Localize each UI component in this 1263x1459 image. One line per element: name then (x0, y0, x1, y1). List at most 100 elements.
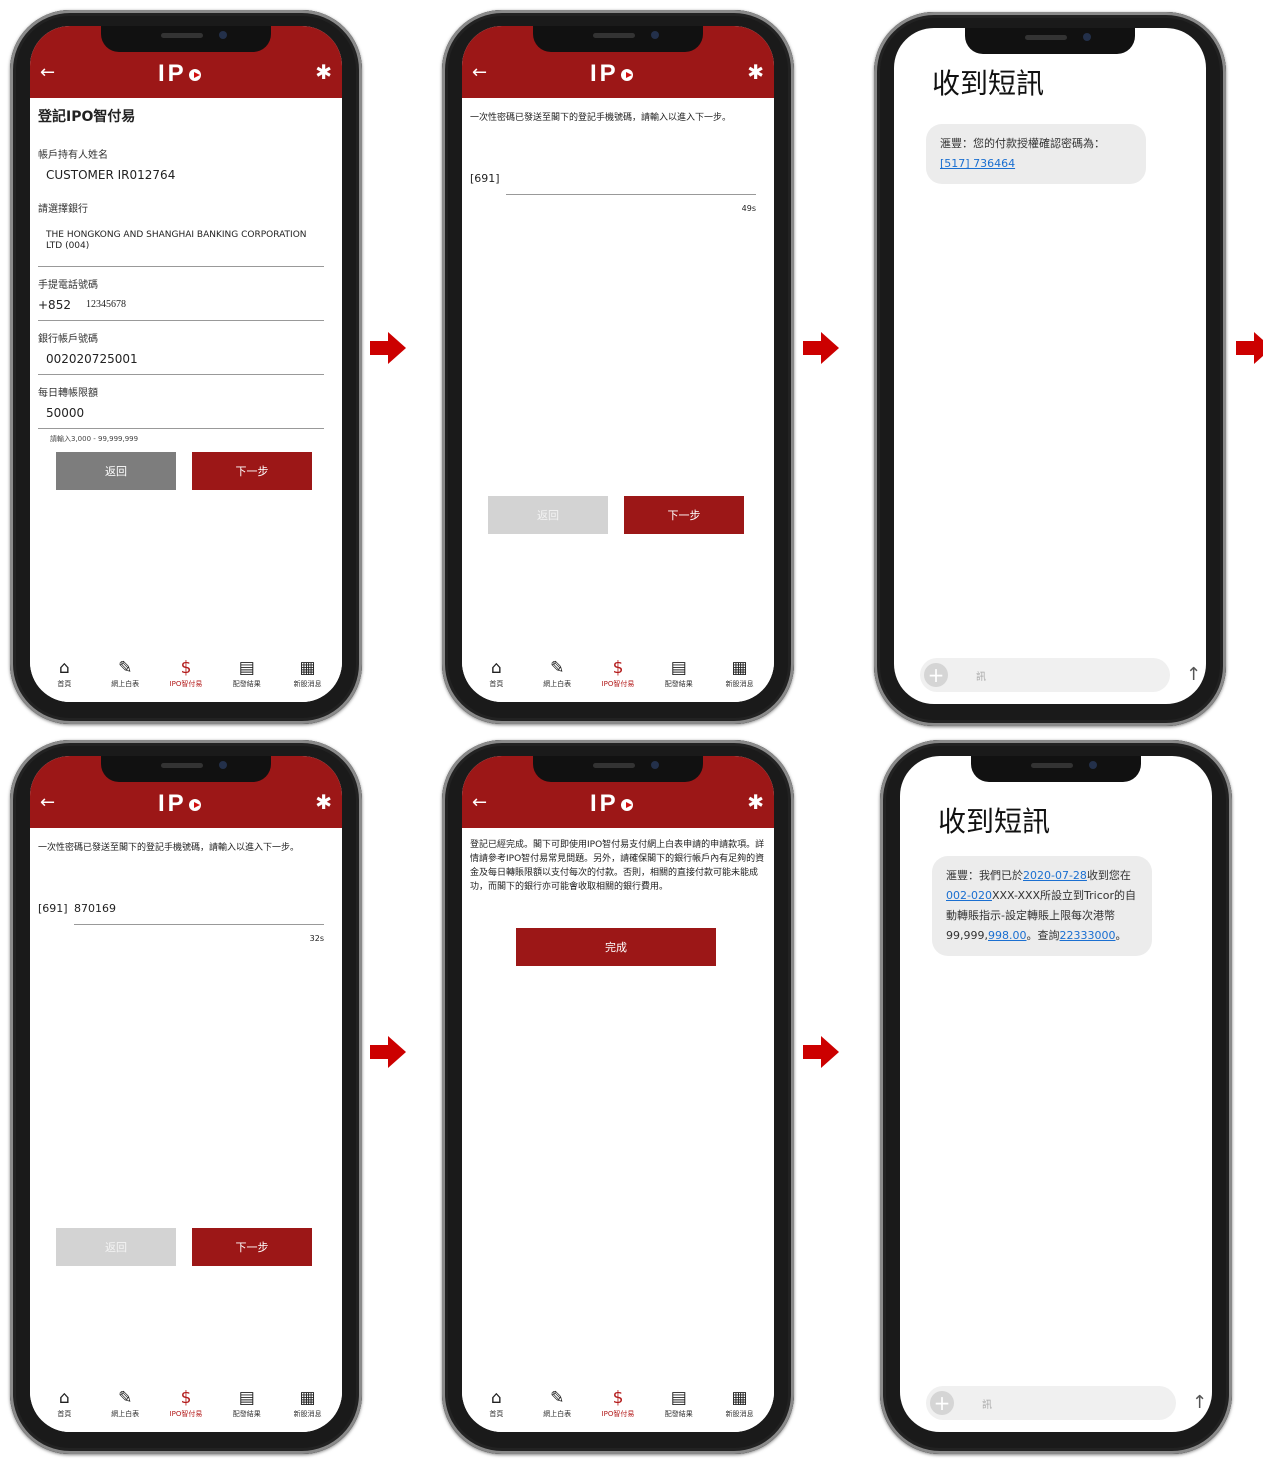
back-button[interactable]: 返回 (56, 1228, 176, 1266)
tab-dollar[interactable]: $ IPO智付易 (156, 1384, 216, 1432)
otp-input[interactable]: 870169 (74, 902, 116, 915)
otp-form: 一次性密碼已發送至閣下的登記手機號碼，請輸入以進入下一步。 [691] 49s … (462, 98, 774, 654)
sms-text: 滙豐：您的付款授權確認密碼為： (940, 137, 1105, 150)
tab-pencil[interactable]: ✎ 網上白表 (95, 1384, 155, 1432)
gear-icon[interactable]: ✱ (747, 792, 764, 812)
back-arrow-icon[interactable]: ← (40, 794, 55, 812)
gear-icon[interactable]: ✱ (747, 62, 764, 82)
tab-clipboard[interactable]: ▤ 配發結果 (649, 1384, 709, 1432)
tab-pencil[interactable]: ✎ 網上白表 (95, 654, 155, 702)
ipo-logo: IP (158, 790, 201, 818)
clipboard-icon: ▤ (670, 1388, 687, 1408)
next-button[interactable]: 下一步 (624, 496, 744, 534)
sms-bubble: 滙豐：您的付款授權確認密碼為： [517] 736464 (926, 124, 1146, 184)
notch (533, 26, 703, 52)
tab-bar: ⌂ 首頁 ✎ 網上白表 $ IPO智付易 ▤ 配發結果 ▦ 新股消息 (462, 1384, 774, 1432)
next-button[interactable]: 下一步 (192, 452, 312, 490)
tab-home[interactable]: ⌂ 首頁 (466, 654, 526, 702)
message-composer[interactable]: + 訊 (920, 658, 1170, 692)
home-icon: ⌂ (58, 658, 70, 678)
message-composer[interactable]: + 訊 (926, 1386, 1176, 1420)
gear-icon[interactable]: ✱ (315, 62, 332, 82)
otp-prefix: [691] (470, 172, 500, 185)
account-input[interactable]: 002020725001 (46, 352, 324, 366)
tab-label: IPO智付易 (601, 680, 635, 688)
tab-home[interactable]: ⌂ 首頁 (34, 1384, 94, 1432)
pencil-icon: ✎ (550, 1388, 565, 1408)
bank-label: 請選擇銀行 (38, 204, 88, 215)
limit-input[interactable]: 50000 (46, 406, 324, 420)
back-arrow-icon[interactable]: ← (472, 64, 487, 82)
tab-label: 新股消息 (293, 1410, 322, 1418)
tab-clipboard[interactable]: ▤ 配發結果 (649, 654, 709, 702)
home-icon: ⌂ (490, 658, 502, 678)
plus-icon[interactable]: + (930, 1391, 954, 1415)
play-icon (188, 798, 201, 811)
tab-label: 網上白表 (543, 1410, 572, 1418)
tab-dollar[interactable]: $ IPO智付易 (588, 1384, 648, 1432)
tab-label: 首頁 (57, 680, 72, 688)
back-button[interactable]: 返回 (488, 496, 608, 534)
tab-dollar[interactable]: $ IPO智付易 (588, 654, 648, 702)
tab-newspaper[interactable]: ▦ 新股消息 (278, 1384, 338, 1432)
phone-input[interactable]: 12345678 (86, 299, 324, 310)
tab-bar: ⌂ 首頁 ✎ 網上白表 $ IPO智付易 ▤ 配發結果 ▦ 新股消息 (462, 654, 774, 702)
send-arrow-icon[interactable]: ↑ (1186, 664, 1201, 685)
account-label: 銀行帳戶號碼 (38, 334, 98, 345)
tab-clipboard[interactable]: ▤ 配發結果 (217, 1384, 277, 1432)
tab-label: IPO智付易 (601, 1410, 635, 1418)
tab-newspaper[interactable]: ▦ 新股消息 (710, 654, 770, 702)
notch (533, 756, 703, 782)
phone-prefix[interactable]: +852 (38, 298, 78, 312)
tab-newspaper[interactable]: ▦ 新股消息 (710, 1384, 770, 1432)
holder-label: 帳戶持有人姓名 (38, 150, 108, 161)
sms-code-link[interactable]: [517] 736464 (940, 154, 1132, 174)
tab-clipboard[interactable]: ▤ 配發結果 (217, 654, 277, 702)
clipboard-icon: ▤ (238, 1388, 255, 1408)
bank-select[interactable]: THE HONGKONG AND SHANGHAI BANKING CORPOR… (46, 230, 324, 252)
gear-icon[interactable]: ✱ (315, 792, 332, 812)
holder-value: CUSTOMER IR012764 (46, 168, 176, 182)
dollar-icon: $ (180, 1388, 192, 1408)
back-arrow-icon[interactable]: ← (472, 794, 487, 812)
otp-timer: 49s (741, 204, 756, 213)
flow-arrow-icon (370, 1036, 406, 1068)
sms-account-link[interactable]: 002-020 (946, 889, 992, 902)
tab-home[interactable]: ⌂ 首頁 (34, 654, 94, 702)
play-icon (620, 798, 633, 811)
home-icon: ⌂ (58, 1388, 70, 1408)
otp-prefix: [691] (38, 902, 68, 915)
tab-label: 配發結果 (664, 1410, 693, 1418)
tab-label: 配發結果 (664, 680, 693, 688)
ipo-logo: IP (590, 790, 633, 818)
tab-pencil[interactable]: ✎ 網上白表 (527, 1384, 587, 1432)
sms-bubble: 滙豐：我們已於2020-07-28收到您在002-020XXX-XXX所設立到T… (932, 856, 1152, 956)
tab-newspaper[interactable]: ▦ 新股消息 (278, 654, 338, 702)
tab-label: 新股消息 (725, 1410, 754, 1418)
tab-home[interactable]: ⌂ 首頁 (466, 1384, 526, 1432)
flow-arrow-icon (1236, 332, 1263, 364)
back-button[interactable]: 返回 (56, 452, 176, 490)
completion-page: 登記已經完成。閣下可即使用IPO智付易支付網上白表申請的申請款項。詳情請參考IP… (462, 828, 774, 1384)
notch (101, 756, 271, 782)
clipboard-icon: ▤ (670, 658, 687, 678)
sms-text: 滙豐：我們已於 (946, 869, 1023, 882)
tab-label: 配發結果 (232, 680, 261, 688)
sms-phone-link[interactable]: 22333000 (1060, 929, 1116, 942)
tab-bar: ⌂ 首頁 ✎ 網上白表 $ IPO智付易 ▤ 配發結果 ▦ 新股消息 (30, 654, 342, 702)
pencil-icon: ✎ (118, 1388, 133, 1408)
newspaper-icon: ▦ (731, 1388, 748, 1408)
message-input[interactable]: 訊 (982, 1396, 992, 1411)
done-button[interactable]: 完成 (516, 928, 716, 966)
plus-icon[interactable]: + (924, 663, 948, 687)
completion-text: 登記已經完成。閣下可即使用IPO智付易支付網上白表申請的申請款項。詳情請參考IP… (470, 840, 765, 892)
sms-date-link[interactable]: 2020-07-28 (1023, 869, 1087, 882)
next-button[interactable]: 下一步 (192, 1228, 312, 1266)
send-arrow-icon[interactable]: ↑ (1192, 1392, 1207, 1413)
sms-amount-link[interactable]: 998.00 (988, 929, 1027, 942)
sms-title: 收到短訊 (932, 67, 1045, 100)
tab-dollar[interactable]: $ IPO智付易 (156, 654, 216, 702)
message-input[interactable]: 訊 (976, 668, 986, 683)
tab-pencil[interactable]: ✎ 網上白表 (527, 654, 587, 702)
back-arrow-icon[interactable]: ← (40, 64, 55, 82)
